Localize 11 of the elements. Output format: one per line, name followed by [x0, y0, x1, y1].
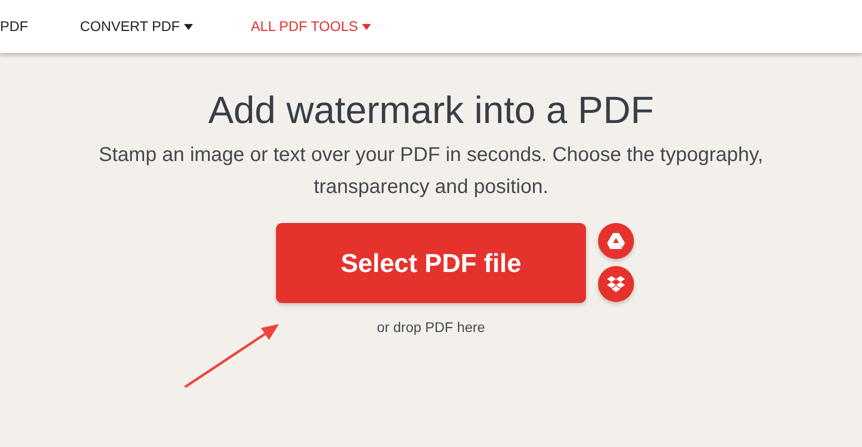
drop-hint: or drop PDF here: [376, 318, 486, 337]
drive-button[interactable]: [598, 223, 634, 259]
drive-icon: [607, 233, 625, 249]
nav-link[interactable]: PDF: [0, 16, 28, 37]
page-title: Add watermark into a PDF: [208, 89, 654, 134]
nav-link[interactable]: CONVERT PDF: [80, 16, 193, 37]
dropbox-button[interactable]: [598, 266, 634, 302]
nav-link[interactable]: ALL PDF TOOLS: [250, 16, 371, 37]
select-file-button[interactable]: Select PDF file: [276, 223, 586, 303]
page-subtitle: Stamp an image or text over your PDF in seconds. Choose the typography, transparency and position.: [98, 143, 764, 200]
dropbox-icon: [607, 276, 625, 292]
